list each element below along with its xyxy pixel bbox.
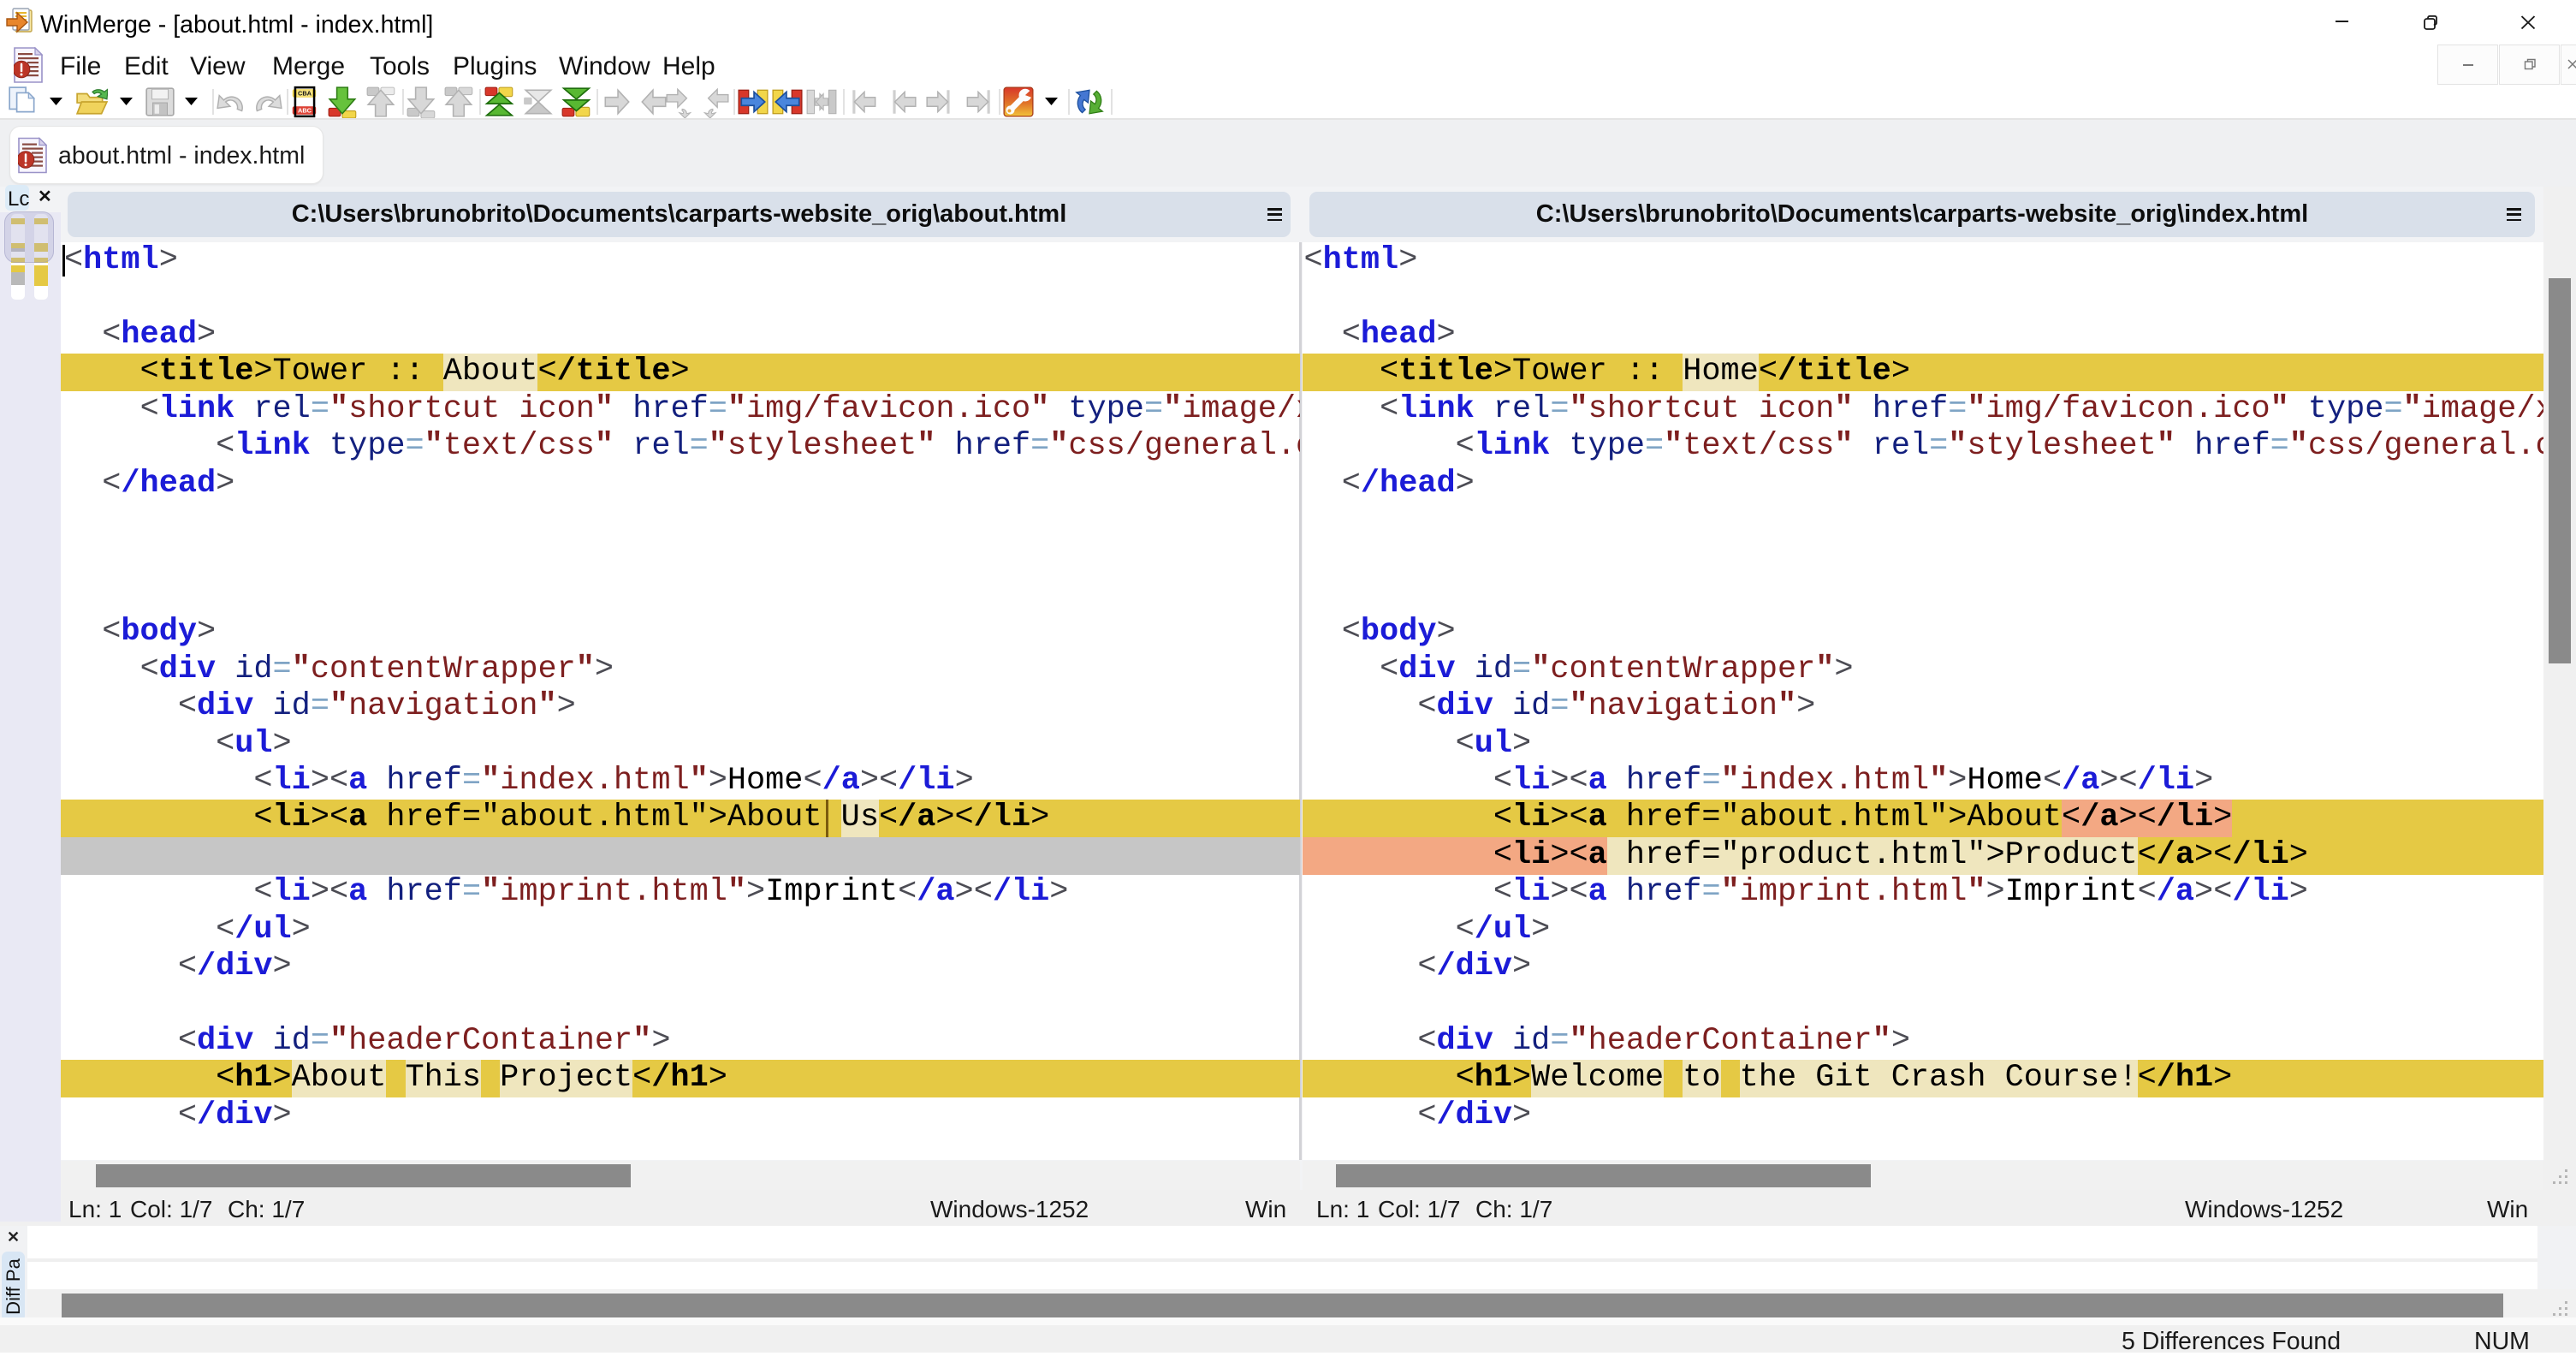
svg-text:ABC: ABC	[298, 107, 312, 115]
svg-text:CBA: CBA	[298, 90, 312, 98]
